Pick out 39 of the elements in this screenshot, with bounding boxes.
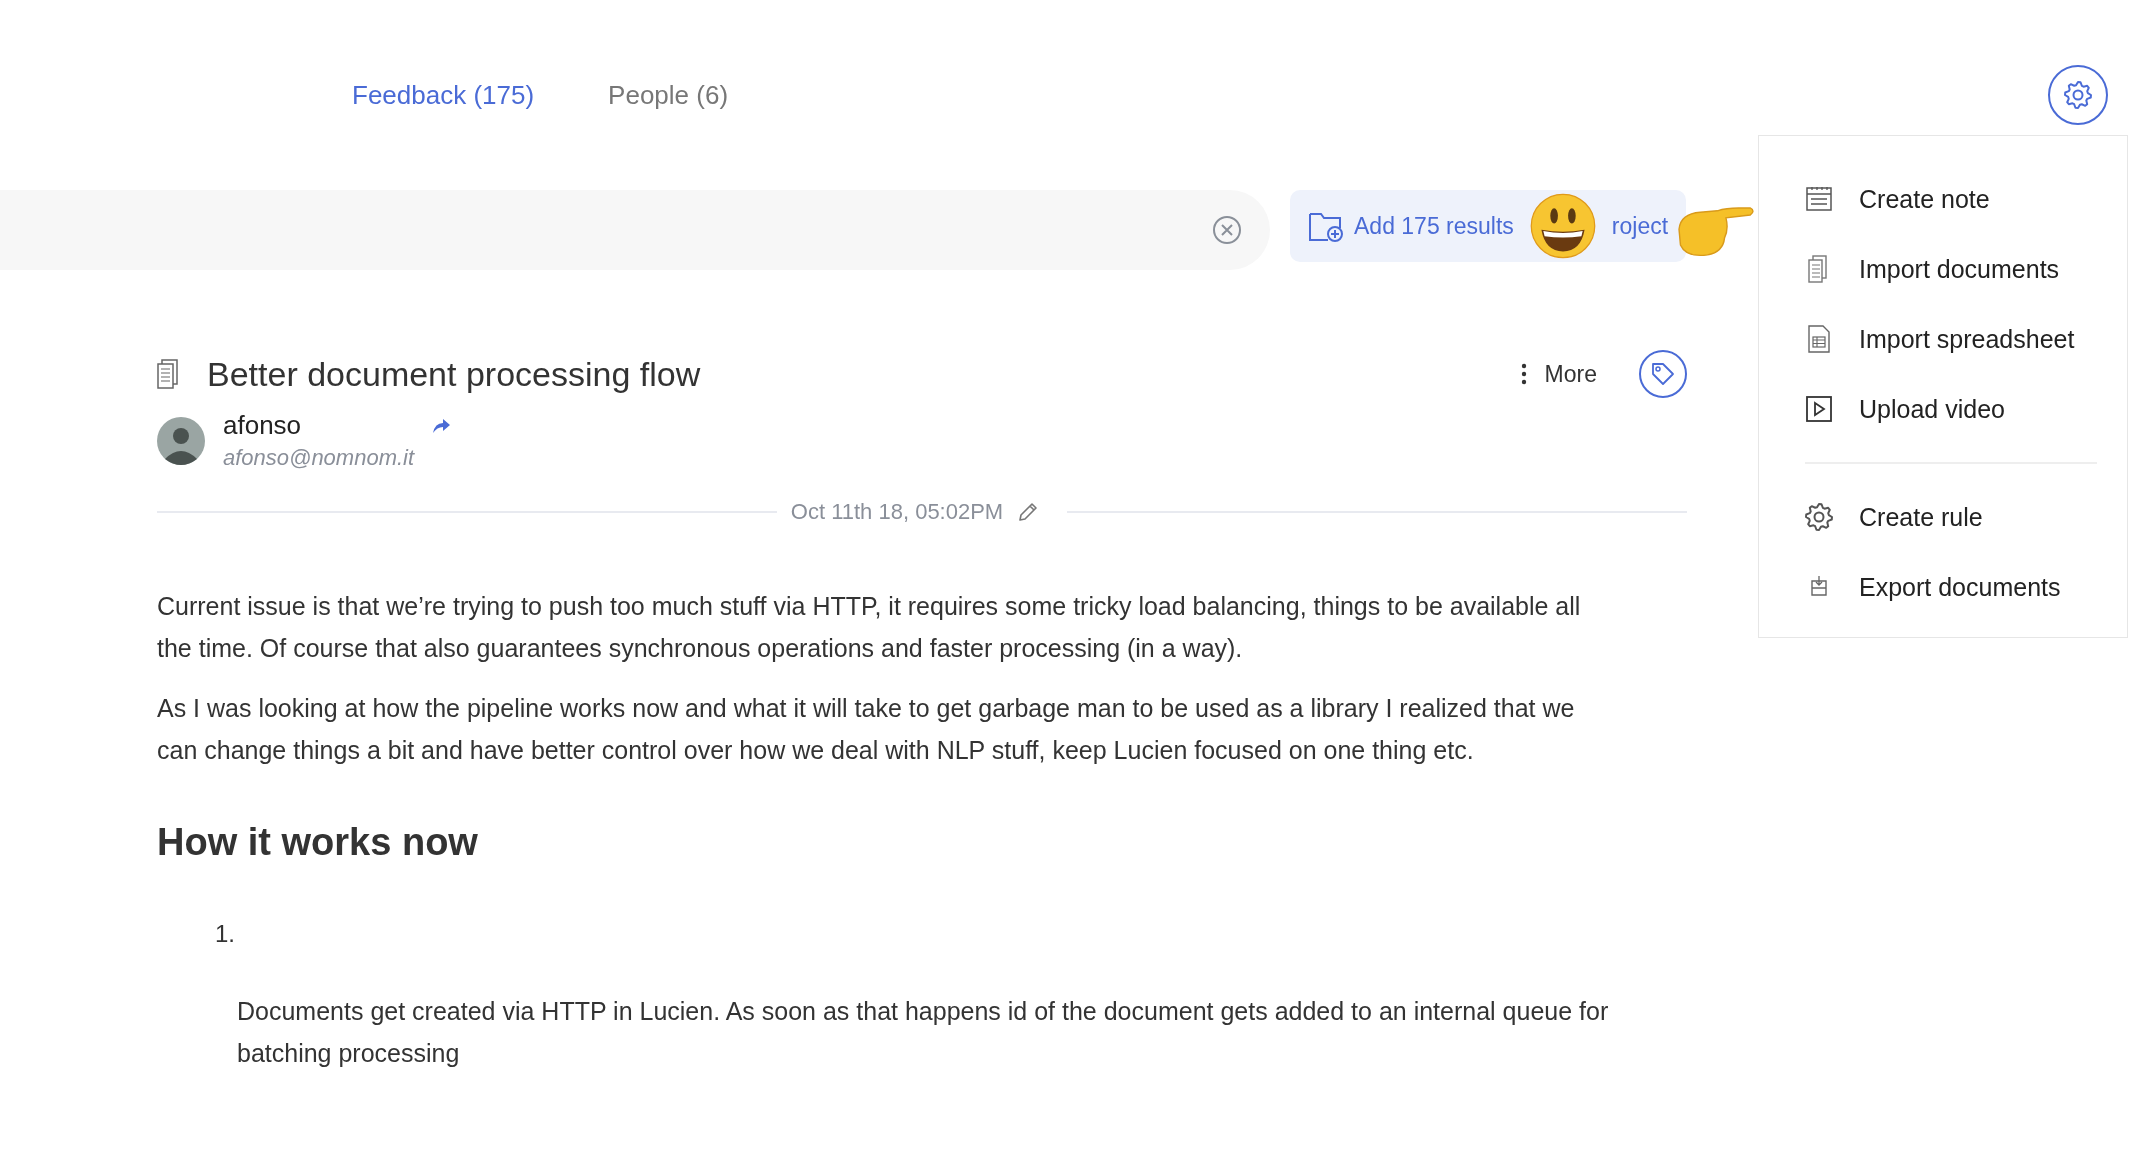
menu-item[interactable]: Import documents bbox=[1805, 234, 2127, 304]
tab[interactable]: People (6) bbox=[596, 73, 741, 117]
date-text: Oct 11th 18, 05:02PM bbox=[790, 499, 1004, 525]
close-icon bbox=[1212, 215, 1242, 245]
section-heading: How it works now bbox=[157, 821, 479, 864]
menu-item[interactable]: Create note bbox=[1805, 164, 2127, 234]
more-button[interactable]: More bbox=[1520, 360, 1597, 388]
settings-button[interactable] bbox=[2048, 65, 2108, 125]
notepad-icon bbox=[1805, 185, 1833, 213]
tag-button[interactable] bbox=[1639, 350, 1687, 398]
document-title: Better document processing flow bbox=[207, 354, 701, 394]
search-field[interactable] bbox=[0, 190, 1270, 270]
document-icon bbox=[157, 359, 179, 389]
spreadsheet-icon bbox=[1805, 325, 1833, 353]
avatar bbox=[157, 416, 205, 465]
clear-button[interactable] bbox=[1212, 215, 1242, 245]
list-number: 1. bbox=[215, 920, 236, 948]
share-button[interactable] bbox=[431, 416, 452, 435]
share-icon bbox=[431, 416, 452, 435]
menu-item[interactable]: Export documents bbox=[1805, 552, 2127, 622]
gear-icon bbox=[1805, 503, 1833, 531]
menu-item[interactable]: Create rule bbox=[1805, 482, 2127, 552]
tag-icon bbox=[1650, 361, 1676, 387]
pencil-icon bbox=[1017, 501, 1040, 523]
paragraph: Current issue is that we’re trying to push too much stuff via HTTP, it requires some tricky load balancing, things to be available all the time. Of course that also guarantees synchronous operations and faster processing (in a way). bbox=[157, 591, 1582, 664]
tab[interactable]: Feedback (175) bbox=[340, 73, 547, 117]
author-email: afonso@nomnom.it bbox=[223, 445, 416, 471]
menu-item[interactable]: Import spreadsheet bbox=[1805, 304, 2127, 374]
paragraph: Documents get created via HTTP in Lucien. As soon as that happens id of the document gets added to an internal queue for batching processing bbox=[236, 996, 1610, 1069]
smiley-icon bbox=[1529, 193, 1596, 259]
kebab-icon bbox=[1520, 363, 1527, 385]
paragraph: As I was looking at how the pipeline works now and what it will take to get garbage man to be used as a library I realized that we can change things a bit and have better control over how we deal with NLP stuff, keep Lucien focused on one thing etc. bbox=[157, 693, 1576, 766]
add-to-project-button[interactable]: Add 175 results roject bbox=[1290, 190, 1687, 262]
play-icon bbox=[1805, 395, 1833, 423]
menu-item[interactable]: Upload video bbox=[1805, 374, 2127, 444]
edit-button[interactable] bbox=[1017, 501, 1040, 523]
settings-icon bbox=[2061, 78, 2095, 112]
folder-plus-icon bbox=[1308, 210, 1344, 242]
author-name: afonso bbox=[223, 410, 302, 441]
